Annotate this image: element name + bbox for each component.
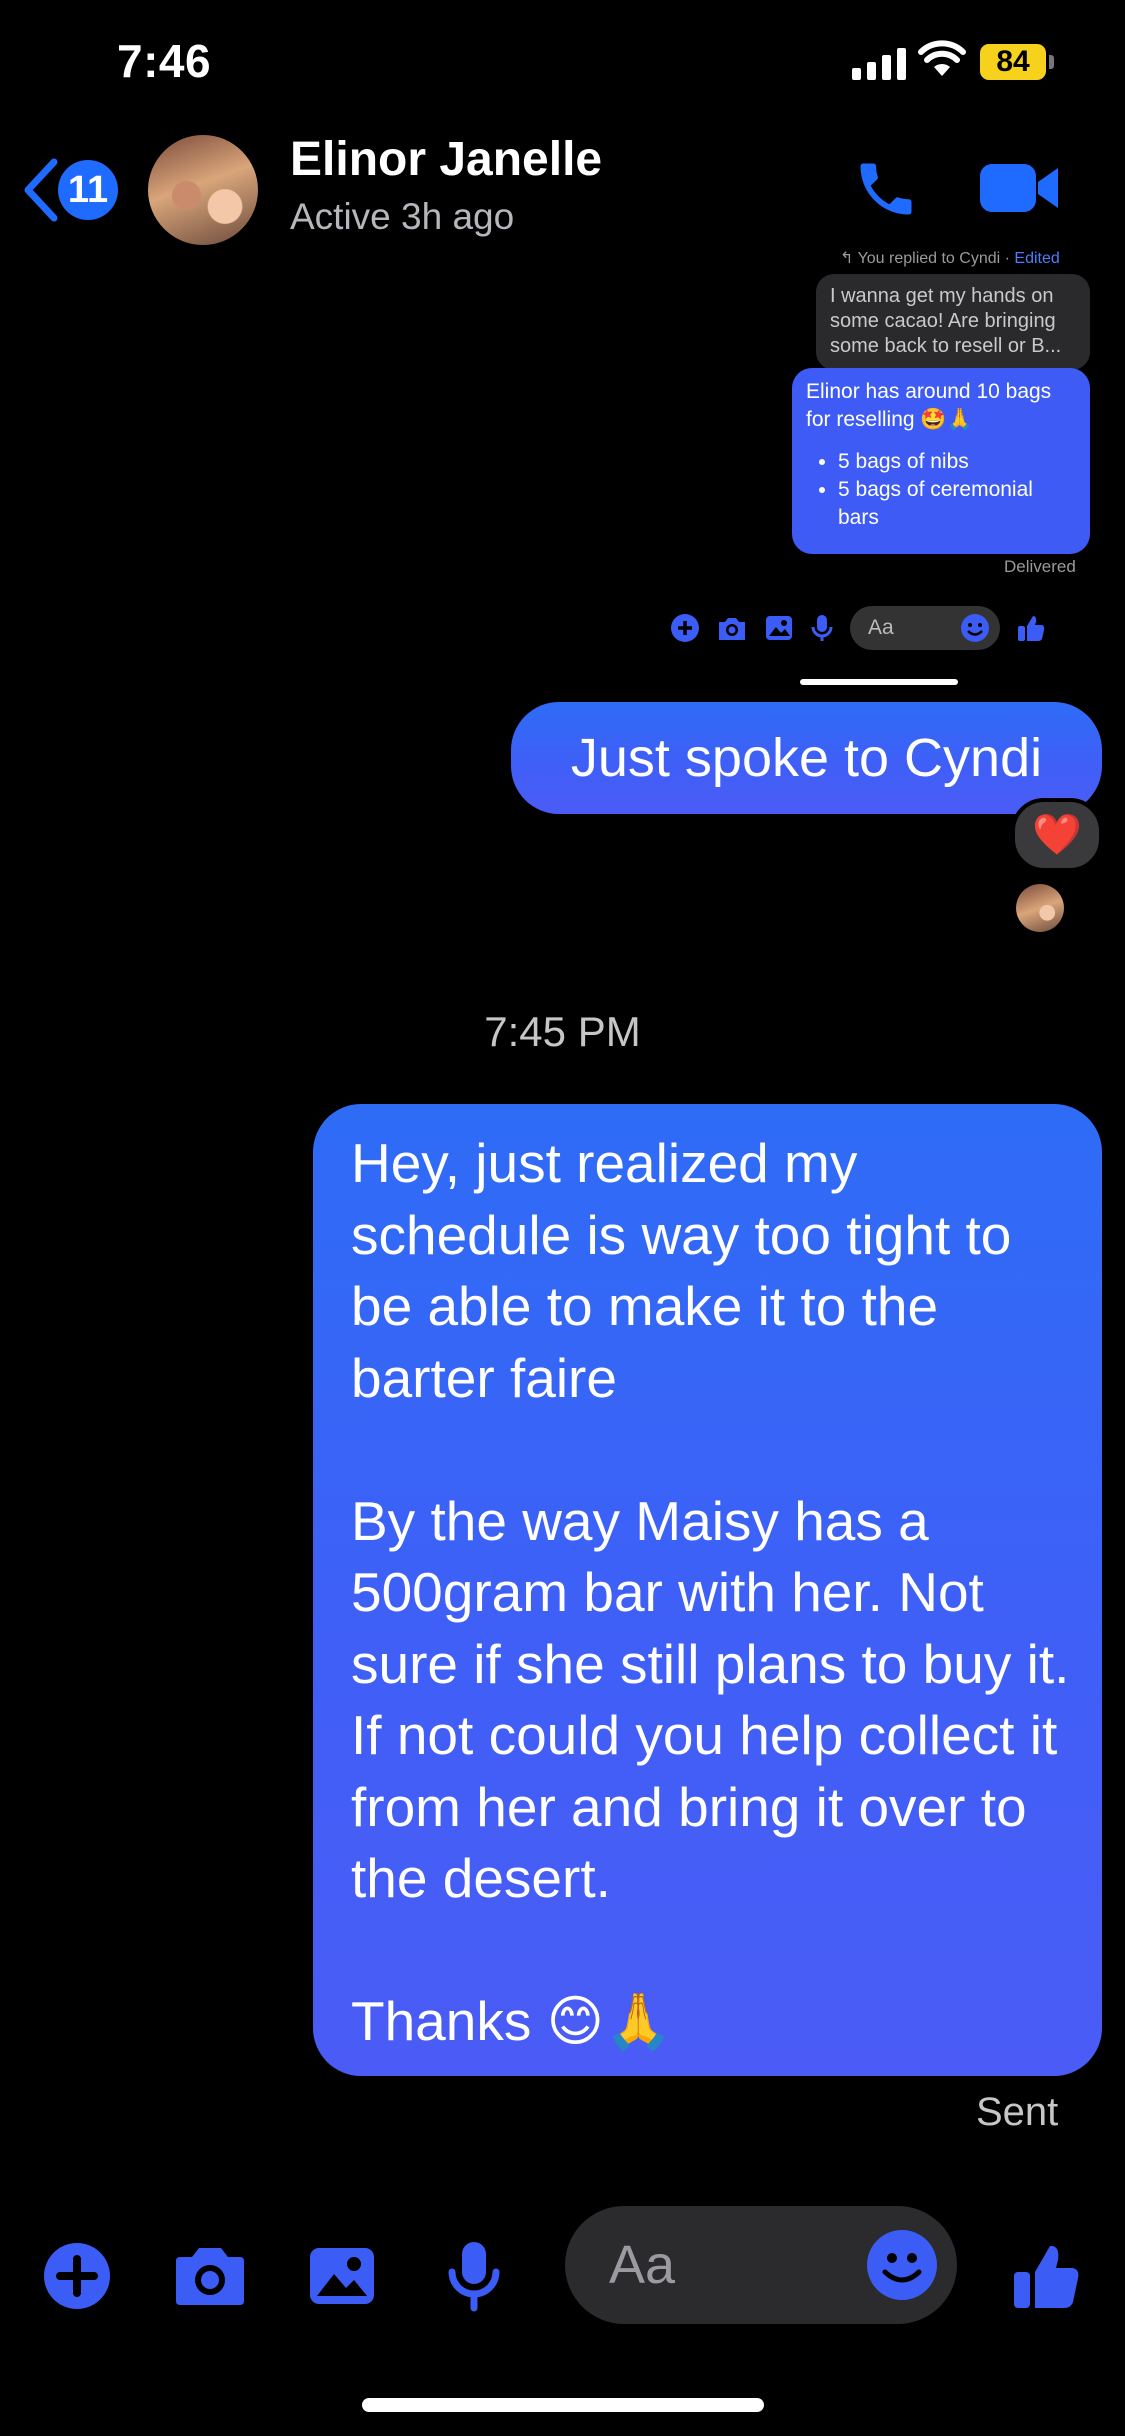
- unread-count-badge[interactable]: 11: [58, 160, 118, 220]
- embedded-message-list: 5 bags of nibs 5 bags of ceremonial bars: [806, 448, 1076, 532]
- status-time: 7:46: [117, 35, 212, 87]
- embedded-input-placeholder: Aa: [868, 616, 894, 639]
- add-button[interactable]: [33, 2232, 121, 2320]
- emoji-button[interactable]: [867, 2230, 937, 2300]
- quoted-message: I wanna get my hands on some cacao! Are …: [816, 274, 1090, 370]
- message-composer[interactable]: [565, 2206, 957, 2324]
- list-item: 5 bags of nibs: [838, 448, 1076, 476]
- like-button[interactable]: [1002, 2232, 1090, 2320]
- embedded-toolbar: Aa: [670, 605, 1046, 651]
- list-item: 5 bags of ceremonial bars: [838, 476, 1076, 532]
- cellular-signal-icon: [852, 46, 906, 80]
- emoji-icon: [961, 614, 989, 642]
- phone-icon[interactable]: [852, 155, 920, 223]
- contact-avatar[interactable]: [148, 135, 258, 245]
- heart-reaction[interactable]: ❤️: [1011, 798, 1103, 872]
- image-icon: [310, 2248, 374, 2304]
- message-bubble-outgoing[interactable]: Just spoke to Cyndi: [511, 702, 1102, 814]
- plus-icon: [44, 2243, 110, 2309]
- embedded-message-bubble: Elinor has around 10 bags for reselling …: [792, 368, 1090, 554]
- gallery-button[interactable]: [298, 2232, 386, 2320]
- chevron-left-icon[interactable]: [20, 158, 60, 222]
- camera-button[interactable]: [166, 2232, 254, 2320]
- microphone-icon: [448, 2242, 500, 2312]
- thumbs-up-icon: [1014, 2245, 1079, 2308]
- thumbs-up-icon: [1018, 616, 1045, 641]
- time-separator: 7:45 PM: [484, 1008, 641, 1055]
- edited-label: Edited: [1014, 250, 1060, 267]
- reaction-emoji: ❤️: [1032, 813, 1082, 857]
- embedded-message-intro: Elinor has around 10 bags for reselling …: [806, 380, 1052, 431]
- camera-icon: [719, 618, 745, 640]
- read-receipt-avatar: [1016, 884, 1064, 932]
- reply-note: ↰ You replied to Cyndi · Edited: [840, 250, 1060, 267]
- sent-status: Sent: [976, 2090, 1059, 2134]
- message-paragraph: By the way Maisy has a 500gram bar with …: [351, 1489, 1070, 1910]
- video-icon[interactable]: [978, 160, 1062, 216]
- embedded-home-indicator: [800, 679, 958, 685]
- embedded-message-input: Aa: [850, 606, 1000, 650]
- battery-tip: [1049, 55, 1054, 69]
- contact-name[interactable]: Elinor Janelle: [290, 132, 602, 187]
- message-bubble-outgoing-long[interactable]: Hey, just realized my schedule is way to…: [313, 1104, 1102, 2076]
- camera-icon: [176, 2248, 244, 2305]
- contact-active-status: Active 3h ago: [290, 196, 515, 237]
- home-indicator: [362, 2398, 764, 2412]
- wifi-icon: [918, 40, 966, 76]
- image-icon: [766, 616, 792, 640]
- microphone-icon: [811, 615, 833, 641]
- plus-icon: [671, 614, 699, 642]
- delivered-status: Delivered: [1004, 557, 1076, 576]
- message-input[interactable]: [609, 2206, 849, 2324]
- voice-message-button[interactable]: [430, 2232, 518, 2320]
- reply-note-text: You replied to Cyndi: [857, 250, 1001, 267]
- battery-indicator: 84: [980, 44, 1046, 80]
- emoji-icon: [882, 2253, 922, 2283]
- message-paragraph: Thanks 😊🙏: [351, 1990, 673, 2052]
- message-paragraph: Hey, just realized my schedule is way to…: [351, 1132, 1012, 1409]
